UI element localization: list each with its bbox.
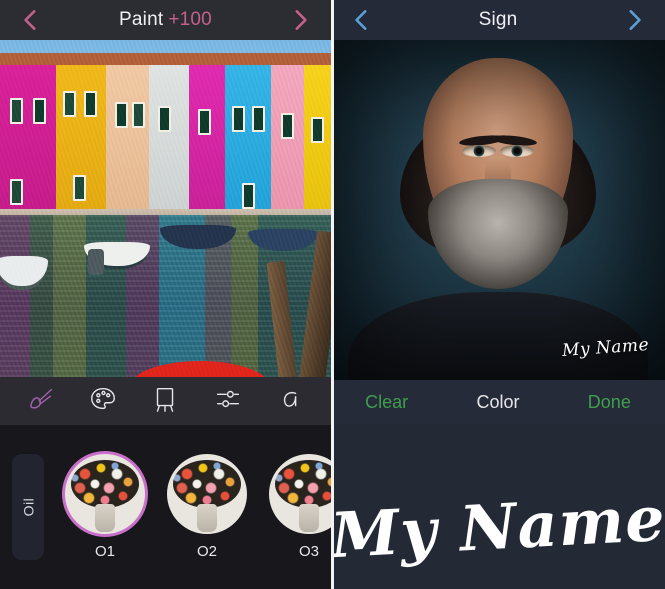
sign-panel: Sign My Name Clear Color Done My Name	[331, 0, 665, 589]
brush-tool-button[interactable]	[21, 384, 61, 418]
chevron-left-icon[interactable]	[18, 7, 44, 33]
signature-pad[interactable]: My Name	[331, 424, 665, 589]
preset-item-o3[interactable]: O3	[266, 454, 331, 560]
app-screenshot: Paint +100 Oil O1 O2 O3 Sign My Name Cle…	[0, 0, 665, 589]
style-preset-strip: Oil O1 O2 O3	[0, 425, 331, 589]
chevron-left-icon[interactable]	[349, 7, 375, 33]
preset-label: O2	[196, 543, 217, 560]
category-tab-oil[interactable]: Oil	[12, 454, 44, 560]
category-tab-label: Oil	[20, 497, 36, 517]
preset-label: O3	[298, 543, 319, 560]
adjustments-icon	[213, 384, 243, 419]
preset-list: O1 O2 O3	[62, 454, 331, 560]
paint-header: Paint +100	[0, 0, 331, 40]
chevron-right-icon[interactable]	[621, 7, 647, 33]
preset-item-o2[interactable]: O2	[164, 454, 250, 560]
preset-thumbnail	[269, 454, 331, 534]
page-title: Sign	[478, 9, 518, 30]
paint-title-text: Paint	[119, 9, 164, 30]
paint-credits-badge: +100	[168, 9, 212, 30]
canvas-tool-button[interactable]	[145, 384, 185, 418]
clear-button[interactable]: Clear	[331, 392, 442, 413]
palette-tool-button[interactable]	[83, 384, 123, 418]
portrait-preview[interactable]: My Name	[331, 40, 665, 380]
adjustments-tool-button[interactable]	[208, 384, 248, 418]
panel-divider	[331, 0, 334, 589]
text-icon	[275, 384, 305, 419]
sign-header: Sign	[331, 0, 665, 40]
outboard-motor	[88, 248, 104, 275]
done-button[interactable]: Done	[554, 392, 665, 413]
preset-label: O1	[94, 543, 115, 560]
signature-drawing: My Name	[331, 481, 665, 572]
sign-action-bar: Clear Color Done	[331, 380, 665, 424]
brush-icon	[26, 384, 56, 419]
chevron-right-icon[interactable]	[287, 7, 313, 33]
color-button[interactable]: Color	[442, 392, 553, 413]
text-tool-button[interactable]	[270, 384, 310, 418]
canvas-icon	[150, 384, 180, 419]
preset-thumbnail	[65, 454, 145, 534]
preset-item-o1[interactable]: O1	[62, 454, 148, 560]
paint-canvas-preview[interactable]	[0, 40, 331, 377]
page-title: Paint +100	[119, 9, 212, 31]
vignette-overlay	[331, 40, 665, 380]
palette-icon	[88, 384, 118, 419]
preset-thumbnail	[167, 454, 247, 534]
paint-panel: Paint +100 Oil O1 O2 O3	[0, 0, 331, 589]
paint-toolbar	[0, 377, 331, 425]
